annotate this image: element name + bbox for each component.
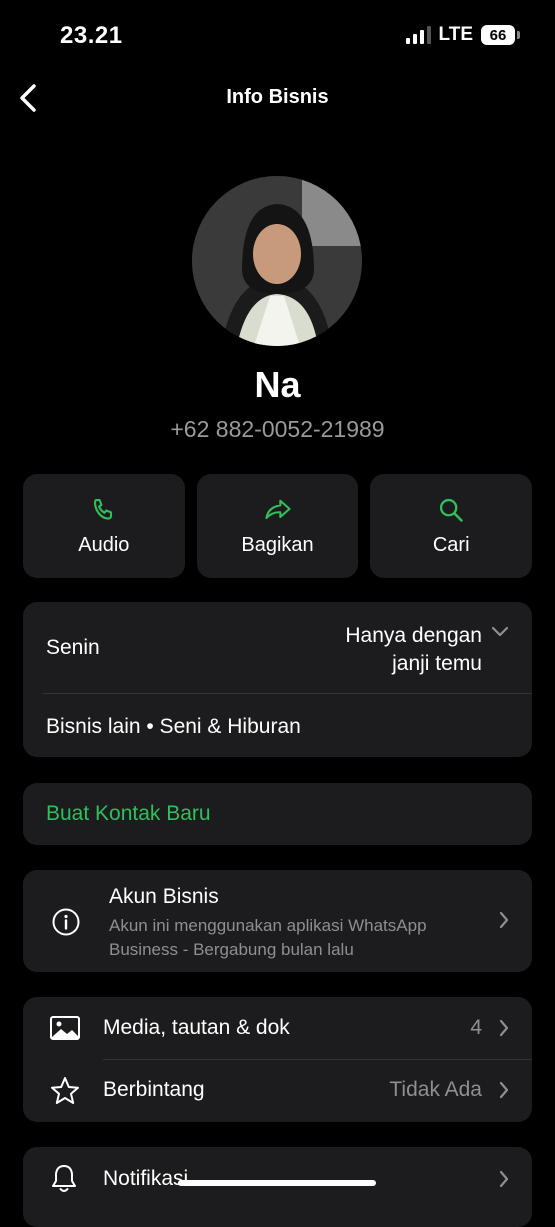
search-button[interactable]: Cari: [370, 474, 533, 578]
nav-bar: Info Bisnis: [0, 70, 555, 126]
chevron-right-icon: [499, 1019, 509, 1037]
chevron-right-icon: [499, 1081, 509, 1099]
info-icon: [52, 908, 80, 936]
page-title: Info Bisnis: [226, 86, 329, 108]
home-indicator[interactable]: [178, 1180, 376, 1186]
business-account-row[interactable]: Akun Bisnis Akun ini menggunakan aplikas…: [23, 870, 532, 972]
star-icon: [51, 1077, 79, 1104]
status-bar: 23.21 LTE 66: [0, 0, 555, 70]
status-indicators: LTE 66: [405, 24, 520, 46]
hours-status-line2: janji temu: [392, 652, 482, 675]
starred-label: Berbintang: [103, 1078, 205, 1101]
chevron-down-icon[interactable]: [490, 624, 510, 638]
business-account-description: Akun ini menggunakan aplikasi WhatsApp B…: [109, 916, 427, 959]
notifications-row[interactable]: Notifikasi: [23, 1147, 532, 1227]
audio-label: Audio: [78, 533, 130, 556]
bell-icon: [52, 1165, 76, 1192]
network-type: LTE: [438, 24, 473, 45]
search-icon: [440, 498, 463, 522]
status-time: 23.21: [60, 22, 123, 49]
battery-icon: 66: [481, 25, 520, 45]
chevron-right-icon: [499, 1170, 509, 1188]
phone-icon: [93, 498, 112, 520]
hours-day: Senin: [46, 636, 100, 659]
share-label: Bagikan: [241, 533, 314, 556]
media-starred-card: Media, tautan & dok 4 Berbintang Tidak A…: [23, 997, 532, 1122]
starred-row[interactable]: Berbintang Tidak Ada: [23, 1060, 532, 1122]
chevron-right-icon: [499, 911, 509, 929]
hours-status[interactable]: Hanya dengan janji temu: [345, 622, 482, 678]
action-buttons: Audio Bagikan Cari: [23, 474, 533, 578]
contact-name: Na: [254, 364, 301, 405]
business-account-title: Akun Bisnis: [109, 885, 219, 908]
business-hours-card: Senin Hanya dengan janji temu Bisnis lai…: [23, 602, 532, 757]
share-button[interactable]: Bagikan: [196, 474, 359, 578]
share-icon: [264, 499, 291, 519]
new-contact-label: Buat Kontak Baru: [46, 802, 211, 825]
media-row[interactable]: Media, tautan & dok 4: [23, 997, 532, 1059]
divider: [43, 693, 532, 694]
avatar[interactable]: [192, 176, 362, 346]
image-icon: [50, 1016, 80, 1040]
notifications-label: Notifikasi: [103, 1167, 189, 1190]
starred-value: Tidak Ada: [389, 1078, 482, 1101]
battery-level: 66: [489, 26, 507, 44]
new-contact-button[interactable]: Buat Kontak Baru: [23, 783, 532, 845]
media-label: Media, tautan & dok: [103, 1016, 290, 1039]
audio-call-button[interactable]: Audio: [23, 474, 185, 578]
business-category: Bisnis lain • Seni & Hiburan: [46, 715, 301, 738]
media-count: 4: [470, 1016, 482, 1039]
hours-status-line1: Hanya dengan: [345, 624, 482, 647]
contact-phone: +62 882-0052-21989: [170, 416, 385, 442]
signal-icon: [405, 26, 431, 44]
profile-photo: [192, 176, 362, 346]
search-label: Cari: [432, 533, 470, 556]
